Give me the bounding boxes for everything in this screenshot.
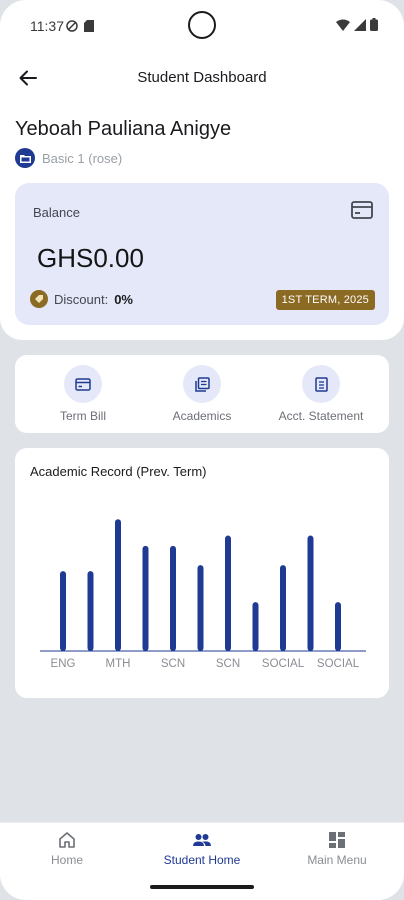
quick-actions-card: Term Bill Academics Acct. Statement xyxy=(15,355,389,433)
discount-value: 0% xyxy=(114,291,133,307)
camera-cutout xyxy=(188,11,216,39)
phone-screen: 11:37 Student Dashboard Yeboah Pauliana … xyxy=(0,0,404,900)
status-time: 11:37 xyxy=(30,18,64,34)
wifi-icon xyxy=(336,18,350,36)
student-name: Yeboah Pauliana Anigye xyxy=(15,118,232,140)
nav-student-home[interactable]: Student Home xyxy=(142,831,262,867)
nav-home[interactable]: Home xyxy=(7,831,127,867)
chart-bar xyxy=(87,571,94,651)
home-icon xyxy=(59,832,75,848)
chart-bar xyxy=(225,535,231,651)
chart-bar xyxy=(335,602,341,651)
bar-chart: ENG MTH SCN SCN SOCIAL SOCIAL xyxy=(40,519,366,670)
academic-record-card: Academic Record (Prev. Term) ENG MTH SCN SC… xyxy=(15,448,389,698)
x-tick-label: MTH xyxy=(106,658,131,670)
balance-card: Balance GHS0.00 Discount: 0% 1ST TERM, 2… xyxy=(15,183,389,325)
nav-main-menu-label: Main Menu xyxy=(307,853,367,867)
chart-bar xyxy=(197,565,204,651)
chart-bar xyxy=(115,519,121,651)
acct-statement-label: Acct. Statement xyxy=(278,409,364,423)
app-header: Student Dashboard xyxy=(0,58,404,98)
x-tick-label: ENG xyxy=(51,658,76,670)
status-bar: 11:37 xyxy=(0,0,404,50)
term-badge: 1ST TERM, 2025 xyxy=(275,290,375,310)
academics-icon xyxy=(194,376,210,392)
battery-icon xyxy=(370,18,378,36)
discount-icon xyxy=(30,290,48,308)
sd-card-icon xyxy=(84,19,94,37)
home-indicator xyxy=(150,885,254,889)
discount-row: Discount: 0% xyxy=(30,290,133,308)
chart-bar xyxy=(307,535,314,651)
statement-icon xyxy=(314,376,328,392)
balance-amount: GHS0.00 xyxy=(37,243,144,273)
chart-bar xyxy=(142,545,149,651)
grid-icon xyxy=(329,832,345,848)
nav-main-menu[interactable]: Main Menu xyxy=(277,831,397,867)
chart-bar xyxy=(252,602,259,651)
class-label: Basic 1 (rose) xyxy=(42,150,123,166)
x-tick-label: SOCIAL xyxy=(317,658,360,670)
bill-icon xyxy=(75,377,91,391)
term-bill-button[interactable]: Term Bill xyxy=(23,365,143,423)
discount-label: Discount: xyxy=(54,291,109,307)
x-tick-label: SCN xyxy=(216,658,240,670)
page-title: Student Dashboard xyxy=(137,69,267,86)
credit-card-icon[interactable] xyxy=(351,201,373,224)
acct-statement-button[interactable]: Acct. Statement xyxy=(261,365,381,423)
chart-bar xyxy=(170,545,176,651)
do-not-disturb-icon xyxy=(66,19,78,37)
nav-student-home-label: Student Home xyxy=(163,853,241,867)
x-tick-label: SCN xyxy=(161,658,185,670)
chart-bar xyxy=(60,571,66,651)
academics-label: Academics xyxy=(172,409,232,423)
chart-bar xyxy=(280,565,286,651)
people-icon xyxy=(193,834,211,846)
x-tick-label: SOCIAL xyxy=(262,658,305,670)
balance-label: Balance xyxy=(33,205,80,220)
nav-home-label: Home xyxy=(50,853,83,867)
top-panel: 11:37 Student Dashboard Yeboah Pauliana … xyxy=(0,0,404,340)
term-bill-label: Term Bill xyxy=(59,409,106,423)
academics-button[interactable]: Academics xyxy=(142,365,262,423)
folder-icon xyxy=(15,148,35,168)
signal-icon xyxy=(354,18,366,36)
class-row: Basic 1 (rose) xyxy=(15,148,122,168)
